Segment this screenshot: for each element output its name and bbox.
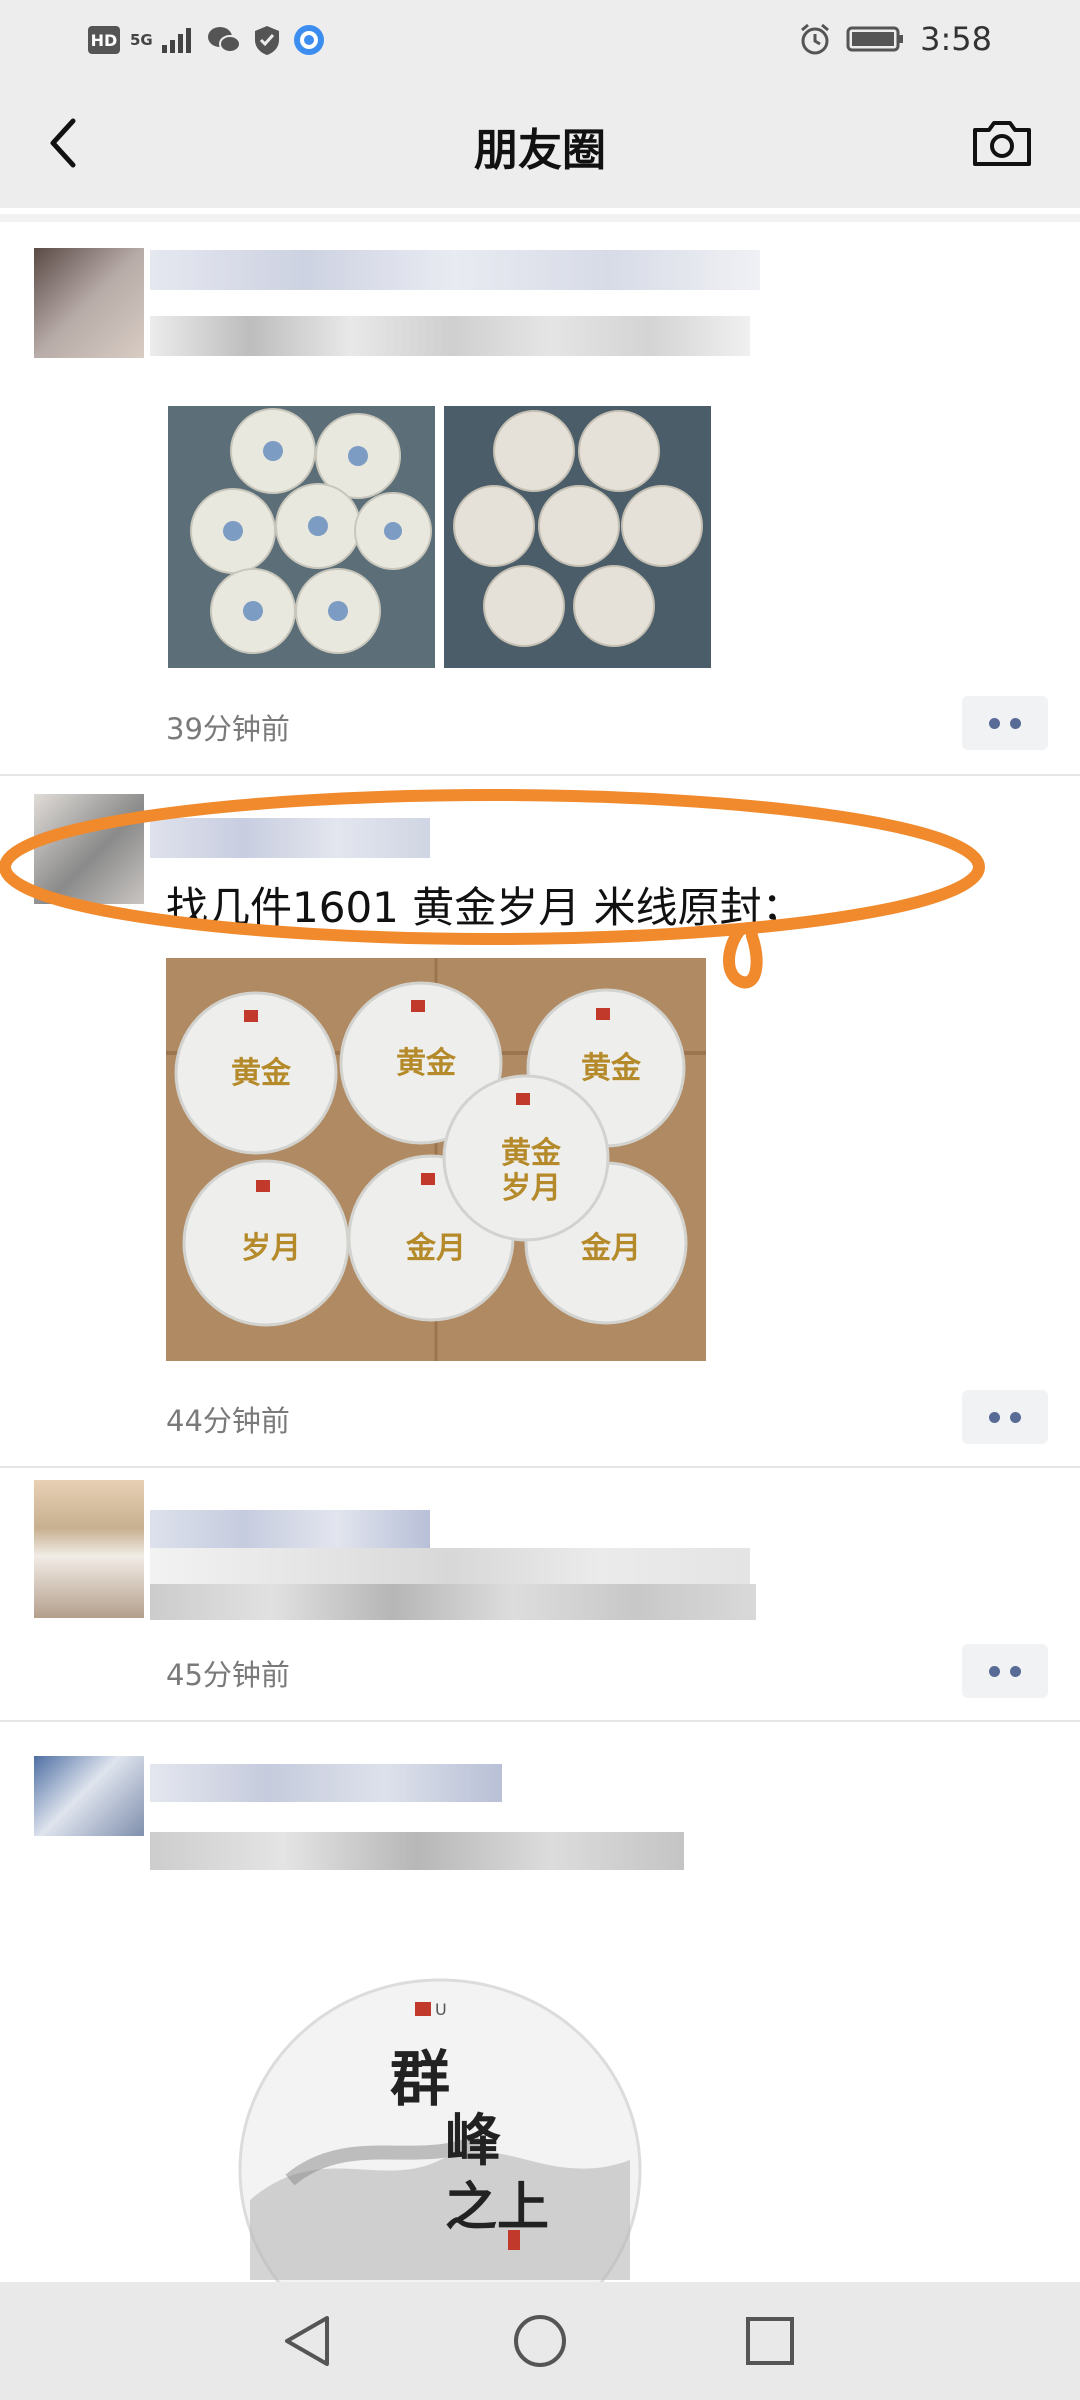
post-2-more-button[interactable]	[962, 1390, 1048, 1444]
peak-tea-cake-image: U 群 峰 之上	[230, 1960, 650, 2282]
post-1-name-blurred[interactable]	[150, 250, 760, 290]
post-1-photo-1[interactable]	[168, 406, 435, 668]
network-label: 5G	[130, 31, 153, 49]
post-4-photo[interactable]: U 群 峰 之上	[230, 1960, 650, 2282]
svg-text:群: 群	[390, 2045, 450, 2115]
more-dots-icon	[989, 717, 1000, 729]
post-1-more-button[interactable]	[962, 696, 1048, 750]
status-right: 3:58	[798, 18, 992, 60]
nav-bar: 朋友圈	[0, 78, 1080, 208]
post-3-avatar[interactable]	[34, 1480, 144, 1618]
post-4-text-blurred	[150, 1832, 684, 1870]
post-4-name-blurred[interactable]	[150, 1764, 502, 1802]
more-dots-icon	[989, 1411, 1000, 1423]
screen: HD 5G 3:58 朋友圈 39分钟前 找几件1601 黄金岁月 米线原封； …	[0, 0, 1080, 2400]
circle-home-icon	[514, 2315, 566, 2367]
svg-text:黄金: 黄金	[501, 1136, 562, 1171]
signal-icon	[162, 28, 191, 53]
status-left: HD 5G	[88, 22, 326, 58]
svg-text:黄金: 黄金	[581, 1051, 642, 1086]
svg-text:岁月: 岁月	[501, 1171, 561, 1206]
post-3-timestamp: 45分钟前	[166, 1658, 290, 1692]
post-3-text-blurred	[150, 1548, 750, 1584]
svg-text:金月: 金月	[405, 1231, 466, 1266]
post-divider-2	[0, 1466, 1080, 1468]
nav-recent-button[interactable]	[735, 2306, 805, 2376]
post-3-more-button[interactable]	[962, 1644, 1048, 1698]
triangle-back-icon	[285, 2316, 329, 2366]
post-3-text-blurred-2	[150, 1584, 756, 1620]
post-divider-1	[0, 774, 1080, 776]
status-bar: HD 5G 3:58	[0, 0, 1080, 78]
system-nav-bar	[0, 2282, 1080, 2400]
post-4-avatar[interactable]	[34, 1756, 144, 1836]
unwrapped-tea-cakes-image	[444, 406, 711, 668]
tea-cakes-image	[168, 406, 435, 668]
post-divider-3	[0, 1720, 1080, 1722]
camera-button[interactable]	[964, 108, 1040, 178]
svg-text:黄金: 黄金	[231, 1056, 292, 1091]
post-1-text-blurred	[150, 316, 750, 356]
post-2-photo[interactable]: 黄金 黄金 黄金 黄金 岁月 岁月 金月 金月	[166, 958, 706, 1361]
golden-years-tea-cakes-image: 黄金 黄金 黄金 黄金岁月 岁月 金月 金月	[166, 958, 706, 1361]
post-1-photo-2[interactable]	[444, 406, 711, 668]
nav-back-button[interactable]	[272, 2306, 342, 2376]
alarm-icon	[801, 23, 830, 55]
page-title: 朋友圈	[474, 125, 606, 176]
post-1-avatar[interactable]	[34, 248, 144, 358]
more-dot	[1010, 717, 1021, 729]
header-divider	[0, 214, 1080, 222]
svg-text:黄金: 黄金	[396, 1046, 457, 1081]
battery-icon	[846, 26, 904, 52]
more-dot	[1010, 1411, 1021, 1423]
status-time: 3:58	[920, 20, 992, 58]
svg-text:峰: 峰	[445, 2108, 501, 2174]
more-dots-icon	[989, 1665, 1000, 1677]
square-recent-icon	[746, 2317, 794, 2365]
post-3-name-blurred[interactable]	[150, 1510, 430, 1550]
camera-icon	[973, 121, 1031, 166]
browser-icon	[294, 25, 324, 55]
svg-text:之上: 之上	[445, 2177, 549, 2238]
svg-text:U: U	[435, 2000, 447, 2019]
more-dot	[1010, 1665, 1021, 1677]
nav-home-button[interactable]	[505, 2306, 575, 2376]
post-2-timestamp: 44分钟前	[166, 1404, 290, 1438]
svg-text:岁月: 岁月	[241, 1231, 301, 1266]
shield-icon	[255, 26, 279, 55]
wechat-icon	[208, 27, 241, 53]
hd-badge: HD	[88, 26, 120, 54]
post-1-timestamp: 39分钟前	[166, 712, 290, 746]
svg-text:金月: 金月	[580, 1231, 641, 1266]
